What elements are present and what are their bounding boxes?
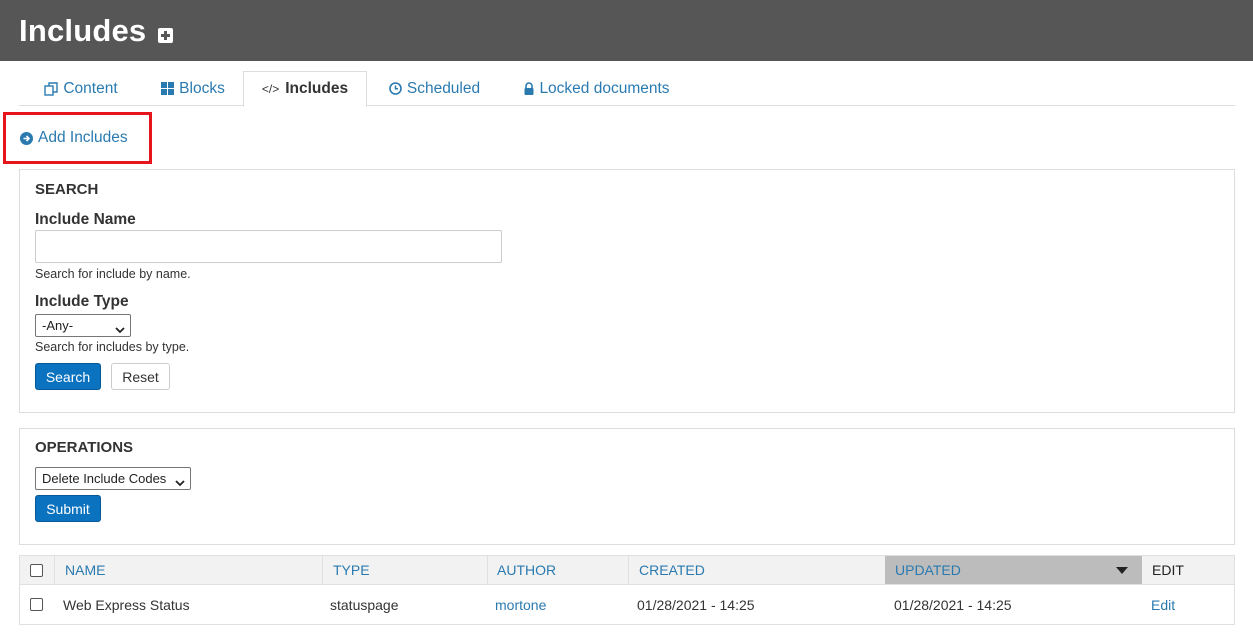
sort-descending-icon bbox=[1116, 567, 1128, 574]
row-type: statuspage bbox=[330, 596, 399, 613]
include-type-select[interactable]: -Any- bbox=[35, 314, 131, 337]
column-updated-label: UPDATED bbox=[895, 562, 961, 578]
tab-includes-label: Includes bbox=[285, 80, 349, 97]
search-panel: SEARCH Include Name Search for include b… bbox=[19, 169, 1235, 413]
row-edit-link[interactable]: Edit bbox=[1151, 585, 1175, 624]
include-type-label: Include Type bbox=[35, 293, 129, 310]
tab-content[interactable]: Content bbox=[19, 71, 143, 106]
tab-blocks[interactable]: Blocks bbox=[143, 71, 243, 106]
tab-locked-documents-label: Locked documents bbox=[539, 79, 670, 97]
chevron-down-icon bbox=[115, 322, 125, 337]
column-name[interactable]: NAME bbox=[54, 556, 322, 584]
include-name-help: Search for include by name. bbox=[35, 267, 191, 281]
clock-icon bbox=[389, 82, 402, 95]
table-header: NAME TYPE AUTHOR CREATED UPDATED EDIT bbox=[20, 555, 1234, 585]
page-title: Includes bbox=[19, 12, 147, 48]
reset-button[interactable]: Reset bbox=[111, 363, 170, 390]
page-header: Includes bbox=[0, 0, 1253, 61]
tab-includes[interactable]: </> Includes bbox=[243, 71, 367, 107]
includes-table: NAME TYPE AUTHOR CREATED UPDATED EDIT We… bbox=[19, 555, 1235, 625]
add-includes-label: Add Includes bbox=[38, 129, 128, 146]
select-all-cell bbox=[30, 556, 50, 584]
operations-selected: Delete Include Codes bbox=[42, 471, 167, 486]
tab-locked-documents[interactable]: Locked documents bbox=[502, 71, 692, 106]
operations-title: OPERATIONS bbox=[35, 439, 134, 456]
include-name-input[interactable] bbox=[35, 230, 502, 263]
row-created: 01/28/2021 - 14:25 bbox=[637, 596, 755, 613]
tab-scheduled[interactable]: Scheduled bbox=[367, 71, 502, 106]
row-author-link[interactable]: mortone bbox=[495, 585, 546, 624]
column-author[interactable]: AUTHOR bbox=[487, 556, 628, 584]
submit-button[interactable]: Submit bbox=[35, 495, 101, 522]
include-type-help: Search for includes by type. bbox=[35, 340, 190, 354]
tab-content-label: Content bbox=[63, 79, 118, 97]
include-type-selected: -Any- bbox=[42, 318, 74, 333]
tab-blocks-label: Blocks bbox=[179, 79, 225, 97]
column-created[interactable]: CREATED bbox=[628, 556, 885, 584]
row-checkbox[interactable] bbox=[30, 598, 43, 611]
column-type[interactable]: TYPE bbox=[322, 556, 487, 584]
column-updated[interactable]: UPDATED bbox=[885, 556, 1142, 584]
select-all-checkbox[interactable] bbox=[30, 563, 43, 577]
row-updated: 01/28/2021 - 14:25 bbox=[894, 596, 1012, 613]
row-name: Web Express Status bbox=[63, 596, 190, 613]
tab-bar: Content Blocks </> Includes Scheduled Lo… bbox=[19, 71, 1235, 107]
plus-square-icon[interactable] bbox=[158, 27, 174, 43]
lock-icon bbox=[524, 82, 534, 95]
copy-icon bbox=[44, 81, 59, 96]
search-button[interactable]: Search bbox=[35, 363, 101, 390]
chevron-down-icon bbox=[175, 475, 185, 490]
tab-scheduled-label: Scheduled bbox=[406, 79, 481, 97]
add-includes-link[interactable]: Add Includes bbox=[3, 112, 152, 164]
table-row: Web Express Status statuspage mortone 01… bbox=[20, 585, 1234, 625]
arrow-circle-right-icon bbox=[20, 131, 33, 145]
search-title: SEARCH bbox=[35, 181, 99, 198]
row-select-cell bbox=[30, 585, 50, 624]
operations-select[interactable]: Delete Include Codes bbox=[35, 467, 191, 490]
column-edit: EDIT bbox=[1152, 562, 1184, 578]
operations-panel: OPERATIONS Delete Include Codes Submit bbox=[19, 428, 1235, 545]
code-icon: </> bbox=[261, 82, 280, 96]
grid-icon bbox=[161, 82, 175, 95]
include-name-label: Include Name bbox=[35, 211, 136, 228]
